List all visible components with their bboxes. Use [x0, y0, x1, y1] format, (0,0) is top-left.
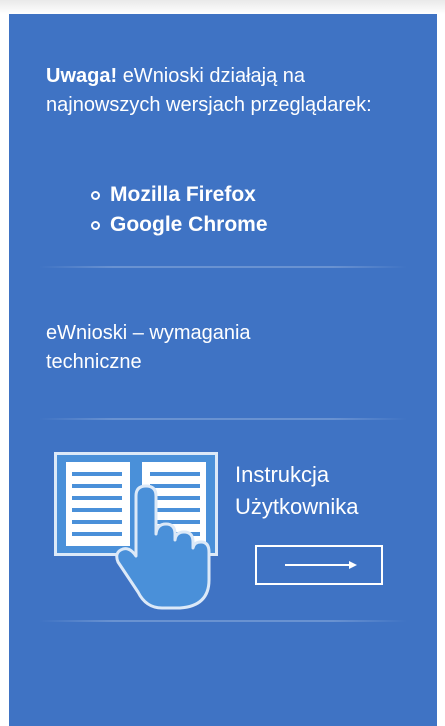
browser-list: Mozilla Firefox Google Chrome	[91, 180, 268, 240]
manual-title: Instrukcja Użytkownika	[235, 459, 358, 523]
browser-label: Mozilla Firefox	[110, 183, 256, 206]
browser-label: Google Chrome	[110, 213, 268, 236]
divider	[39, 620, 407, 622]
divider	[39, 266, 407, 268]
user-manual-link[interactable]: Instrukcja Użytkownika	[54, 452, 414, 612]
top-shadow	[0, 0, 445, 14]
info-panel: Uwaga! eWnioski działają na najnowszych …	[9, 14, 437, 726]
book-hand-icon	[54, 452, 218, 610]
manual-arrow-button[interactable]	[255, 545, 383, 585]
manual-title-line1: Instrukcja	[235, 462, 330, 487]
manual-title-line2: Użytkownika	[235, 494, 359, 519]
browser-notice: Uwaga! eWnioski działają na najnowszych …	[46, 62, 406, 120]
browser-item-chrome: Google Chrome	[91, 210, 268, 240]
technical-requirements-link[interactable]: eWnioski – wymagania techniczne	[46, 319, 346, 377]
bullet-icon	[91, 190, 100, 200]
divider	[39, 418, 407, 420]
arrow-right-icon	[285, 561, 357, 569]
browser-item-firefox: Mozilla Firefox	[91, 180, 268, 210]
bullet-icon	[91, 220, 100, 230]
notice-prefix: Uwaga!	[46, 65, 118, 87]
